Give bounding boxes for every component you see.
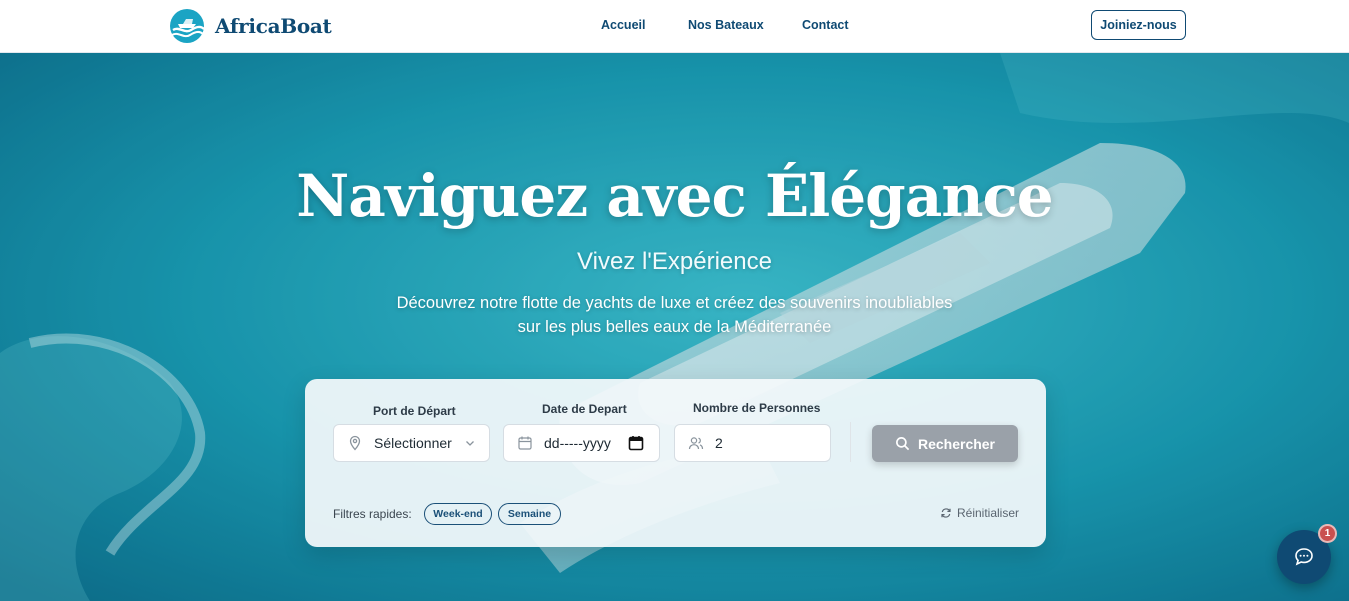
refresh-icon [941,508,951,518]
date-label: Date de Depart [542,402,627,416]
persons-input-value: 2 [715,435,723,451]
search-card: Port de Départ Date de Depart Nombre de … [305,379,1046,547]
top-navbar: AfricaBoat Accueil Nos Bateaux Contact J… [0,0,1349,53]
date-input-placeholder: dd-----yyyy [544,435,611,451]
users-icon [688,437,704,450]
quick-filter-weekend[interactable]: Week-end [424,503,492,525]
search-button[interactable]: Rechercher [872,425,1018,462]
port-label: Port de Départ [373,404,456,418]
search-button-label: Rechercher [917,435,996,452]
reset-button[interactable]: Réinitialiser [940,506,1019,520]
chevron-down-icon [466,441,474,446]
search-divider [850,422,851,462]
reset-label: Réinitialiser [957,506,1020,520]
nav-accueil[interactable]: Accueil [601,18,645,32]
quick-filters-label: Filtres rapides: [333,507,412,521]
hero-description-line-2: sur les plus belles eaux de la Méditerra… [517,318,832,336]
chat-notification-badge: 1 [1318,524,1337,543]
join-button[interactable]: Joiniez-nous [1091,10,1186,40]
hero-description-line-1: Découvrez notre flotte de yachts de luxe… [396,294,953,312]
persons-input[interactable]: 2 [674,424,831,462]
port-select[interactable]: Sélectionner u [333,424,490,462]
port-select-value: Sélectionner u [374,435,456,451]
hero-description: Découvrez notre flotte de yachts de luxe… [0,291,1349,339]
calendar-picker-icon[interactable] [628,435,644,451]
persons-label: Nombre de Personnes [693,401,821,415]
search-icon [896,437,910,451]
quick-filter-semaine[interactable]: Semaine [498,503,561,525]
location-pin-icon [349,435,361,451]
hero-subtitle: Vivez l'Expérience [577,248,772,275]
chat-bubble-icon [1295,548,1313,566]
date-input[interactable]: dd-----yyyy [503,424,660,462]
nav-contact[interactable]: Contact [802,18,849,32]
calendar-icon [518,436,532,450]
hero-title: Naviguez avec Élégance [296,162,1053,230]
nav-nos-bateaux[interactable]: Nos Bateaux [688,18,764,32]
